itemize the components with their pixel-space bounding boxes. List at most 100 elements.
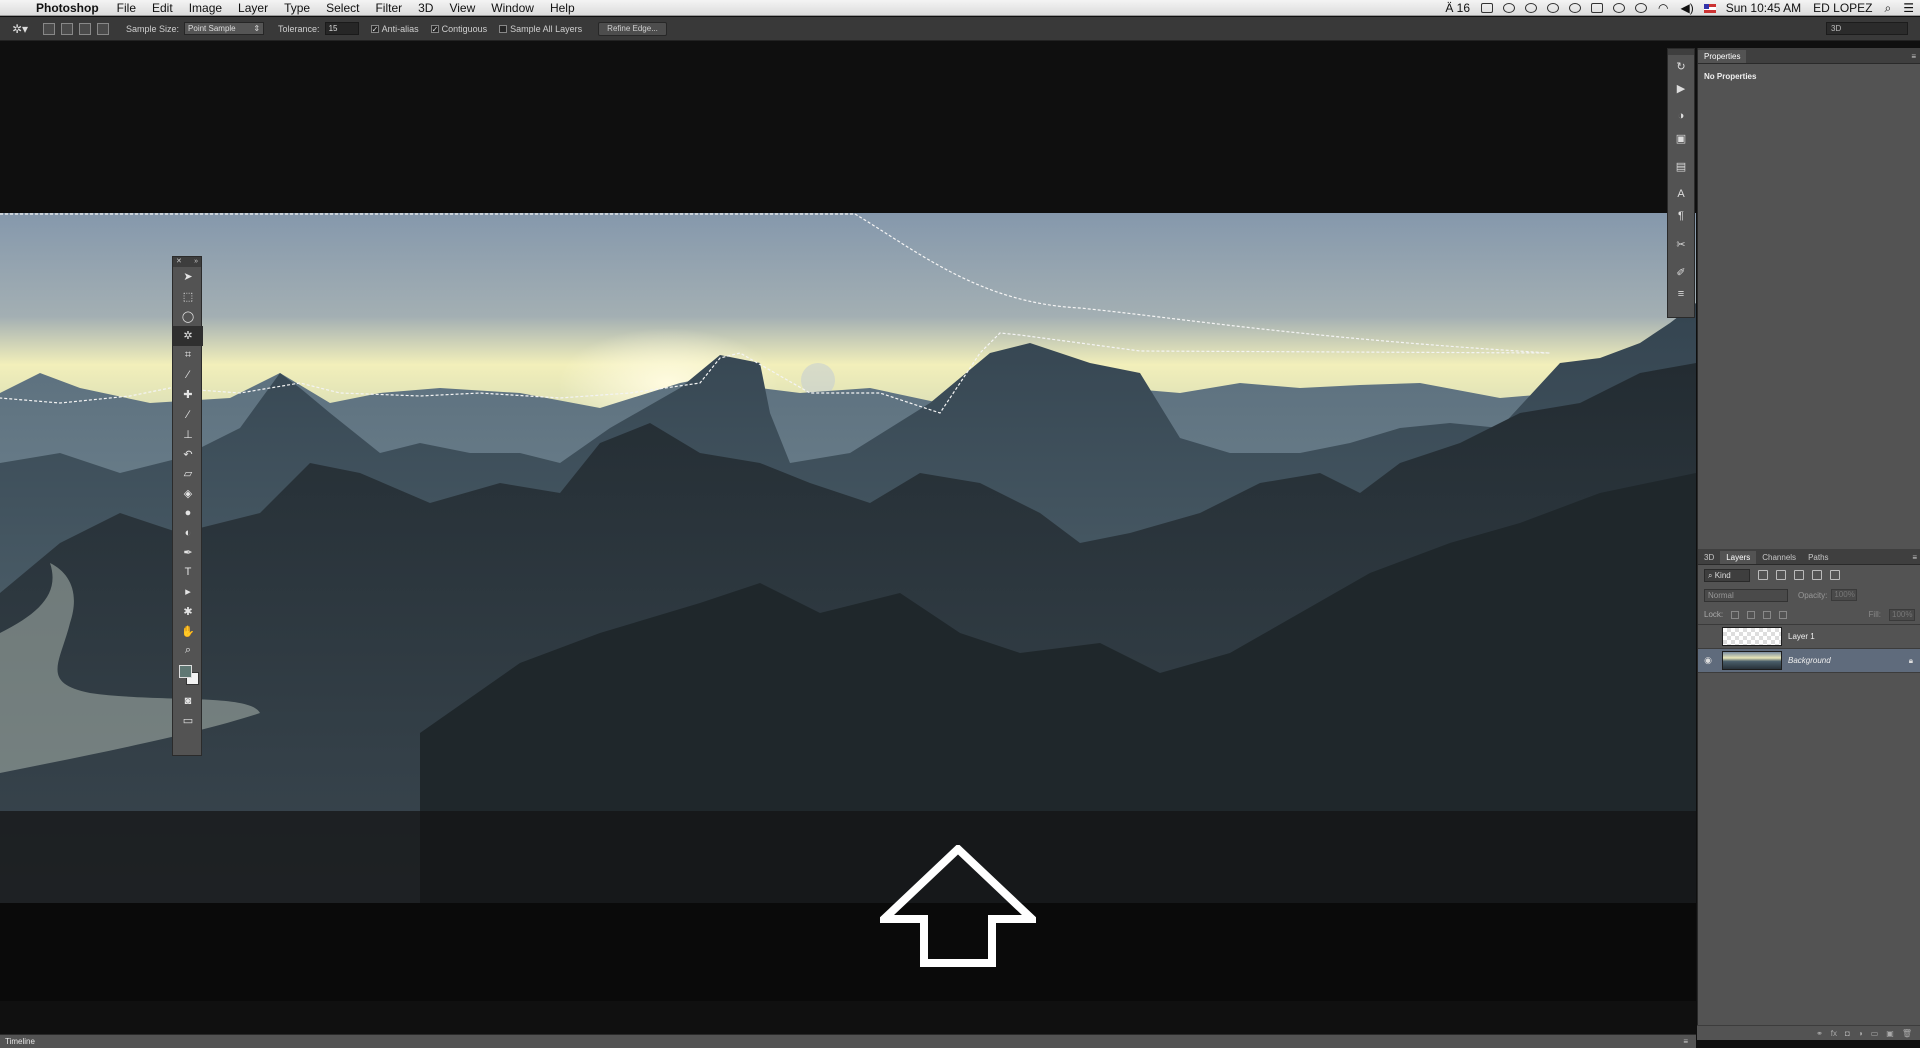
add-mask-icon[interactable]: ◘: [1845, 1029, 1850, 1038]
tools-panel-header[interactable]: ✕ »: [173, 257, 201, 267]
quick-mask-icon[interactable]: ◙: [173, 691, 203, 711]
timeline-panel[interactable]: Timeline ≡: [0, 1034, 1696, 1048]
record-icon[interactable]: [1569, 3, 1582, 13]
panel-menu-icon[interactable]: ≡: [1911, 50, 1916, 63]
input-flag-icon[interactable]: [1703, 3, 1716, 13]
tools-panel[interactable]: ✕ » ➤ ⬚ ◯ ✲ ⌗ ⁄ ✚ ∕ ⊥ ↶ ▱ ◈ ● ◐ ✒ T ▸ ✱ …: [172, 256, 203, 756]
anti-alias-checkbox[interactable]: ✓ Anti-alias: [370, 24, 419, 34]
blur-tool-icon[interactable]: ●: [173, 503, 203, 523]
dropbox-icon[interactable]: [1481, 3, 1494, 13]
bluetooth-icon[interactable]: [1635, 3, 1648, 13]
sync-icon[interactable]: [1503, 3, 1516, 13]
clone-source-icon[interactable]: ≡: [1668, 283, 1694, 305]
shape-filter-icon[interactable]: [1812, 570, 1822, 580]
adjustments-icon[interactable]: ◑: [1668, 105, 1694, 127]
paragraph-icon[interactable]: ¶: [1668, 205, 1694, 227]
adjustment-layer-icon[interactable]: ◑: [1858, 1029, 1863, 1038]
fill-input[interactable]: 100%: [1889, 608, 1915, 621]
healing-brush-tool-icon[interactable]: ✚: [173, 385, 203, 405]
lock-position-icon[interactable]: [1763, 610, 1772, 619]
crop-tool-icon[interactable]: ⌗: [173, 346, 203, 366]
tolerance-input[interactable]: 15: [324, 22, 359, 35]
tab-properties[interactable]: Properties: [1698, 50, 1747, 63]
wifi-icon[interactable]: ◠: [1658, 1, 1668, 15]
type-tool-icon[interactable]: T: [173, 562, 203, 582]
opacity-input[interactable]: 100%: [1831, 589, 1858, 601]
pen-tool-icon[interactable]: ✒: [173, 543, 203, 563]
sample-all-layers-checkbox[interactable]: Sample All Layers: [499, 24, 582, 34]
shape-tool-icon[interactable]: ✱: [173, 602, 203, 622]
actions-icon[interactable]: ▶: [1668, 77, 1694, 99]
color-swatches[interactable]: [173, 661, 203, 691]
menu-view[interactable]: View: [449, 1, 475, 15]
properties-icon[interactable]: ▣: [1668, 127, 1694, 149]
menu-image[interactable]: Image: [189, 1, 222, 15]
menu-layer[interactable]: Layer: [238, 1, 268, 15]
screen-mode-icon[interactable]: ▭: [173, 710, 203, 730]
menu-filter[interactable]: Filter: [375, 1, 402, 15]
lock-transparent-icon[interactable]: [1731, 610, 1740, 619]
adjustment-filter-icon[interactable]: [1776, 570, 1786, 580]
paint-bucket-tool-icon[interactable]: ◈: [173, 484, 203, 504]
drive-icon[interactable]: [1525, 3, 1538, 13]
kind-filter-select[interactable]: ⌕ Kind: [1704, 568, 1750, 582]
clock[interactable]: Sun 10:45 AM: [1726, 1, 1801, 15]
history-icon[interactable]: ↻: [1668, 55, 1694, 77]
tab-channels[interactable]: Channels: [1756, 551, 1802, 564]
dodge-tool-icon[interactable]: ◐: [173, 523, 203, 543]
workspace-select[interactable]: 3D: [1826, 22, 1908, 35]
move-tool-icon[interactable]: ➤: [173, 267, 203, 287]
timeline-label[interactable]: Timeline: [5, 1037, 35, 1046]
magic-wand-tool-icon[interactable]: ✲: [173, 326, 203, 346]
intersect-selection-icon[interactable]: [97, 22, 109, 35]
smart-object-filter-icon[interactable]: [1830, 570, 1840, 580]
brush-tool-icon[interactable]: ∕: [173, 405, 203, 425]
layer-row-background[interactable]: ◉ Background 🔒︎: [1698, 649, 1920, 673]
new-selection-icon[interactable]: [43, 22, 55, 35]
layer-name[interactable]: Layer 1: [1788, 632, 1920, 641]
panel-menu-icon[interactable]: ≡: [1683, 1035, 1688, 1048]
close-icon[interactable]: ✕: [176, 257, 182, 267]
layer-comps-icon[interactable]: ▤: [1668, 155, 1694, 177]
expand-icon[interactable]: »: [194, 257, 198, 267]
magic-wand-preset-icon[interactable]: ✲▾: [12, 20, 40, 38]
tab-3d[interactable]: 3D: [1698, 551, 1720, 564]
delete-layer-icon[interactable]: 🗑︎: [1902, 1029, 1912, 1038]
tool-presets-icon[interactable]: ✂: [1668, 233, 1694, 255]
type-filter-icon[interactable]: [1794, 570, 1804, 580]
time-machine-icon[interactable]: [1613, 3, 1626, 13]
spotlight-icon[interactable]: ⌕: [1885, 1, 1892, 16]
app-menu[interactable]: Photoshop: [36, 1, 99, 15]
volume-icon[interactable]: ◀): [1681, 1, 1694, 15]
screen-icon[interactable]: [1591, 3, 1604, 13]
menu-3d[interactable]: 3D: [418, 1, 433, 15]
character-icon[interactable]: A: [1668, 183, 1694, 205]
new-group-icon[interactable]: ▭: [1871, 1029, 1879, 1038]
brush-presets-icon[interactable]: ✐: [1668, 261, 1694, 283]
adobe-badge[interactable]: Ä 16: [1445, 1, 1470, 15]
menu-file[interactable]: File: [117, 1, 136, 15]
pixel-filter-icon[interactable]: [1758, 570, 1768, 580]
new-layer-icon[interactable]: ▣: [1886, 1029, 1894, 1038]
menu-help[interactable]: Help: [550, 1, 575, 15]
tab-layers[interactable]: Layers: [1720, 551, 1757, 564]
hand-tool-icon[interactable]: ✋: [173, 621, 203, 641]
zoom-tool-icon[interactable]: ⌕: [173, 641, 203, 661]
tab-paths[interactable]: Paths: [1802, 551, 1834, 564]
layer-name[interactable]: Background: [1788, 656, 1909, 665]
clone-stamp-tool-icon[interactable]: ⊥: [173, 425, 203, 445]
refine-edge-button[interactable]: Refine Edge...: [598, 21, 667, 36]
subtract-selection-icon[interactable]: [79, 22, 91, 35]
eye-icon[interactable]: ◉: [1698, 655, 1718, 666]
foreground-color-swatch[interactable]: [179, 664, 192, 678]
menu-edit[interactable]: Edit: [152, 1, 173, 15]
menu-select[interactable]: Select: [326, 1, 359, 15]
eyedropper-tool-icon[interactable]: ⁄: [173, 365, 203, 385]
notification-center-icon[interactable]: ☰: [1903, 1, 1914, 15]
document-canvas[interactable]: [0, 213, 1696, 903]
chat-icon[interactable]: [1547, 3, 1560, 13]
add-selection-icon[interactable]: [61, 22, 73, 35]
history-brush-tool-icon[interactable]: ↶: [173, 444, 203, 464]
panel-menu-icon[interactable]: ≡: [1912, 551, 1917, 564]
contiguous-checkbox[interactable]: ✓ Contiguous: [430, 24, 487, 34]
